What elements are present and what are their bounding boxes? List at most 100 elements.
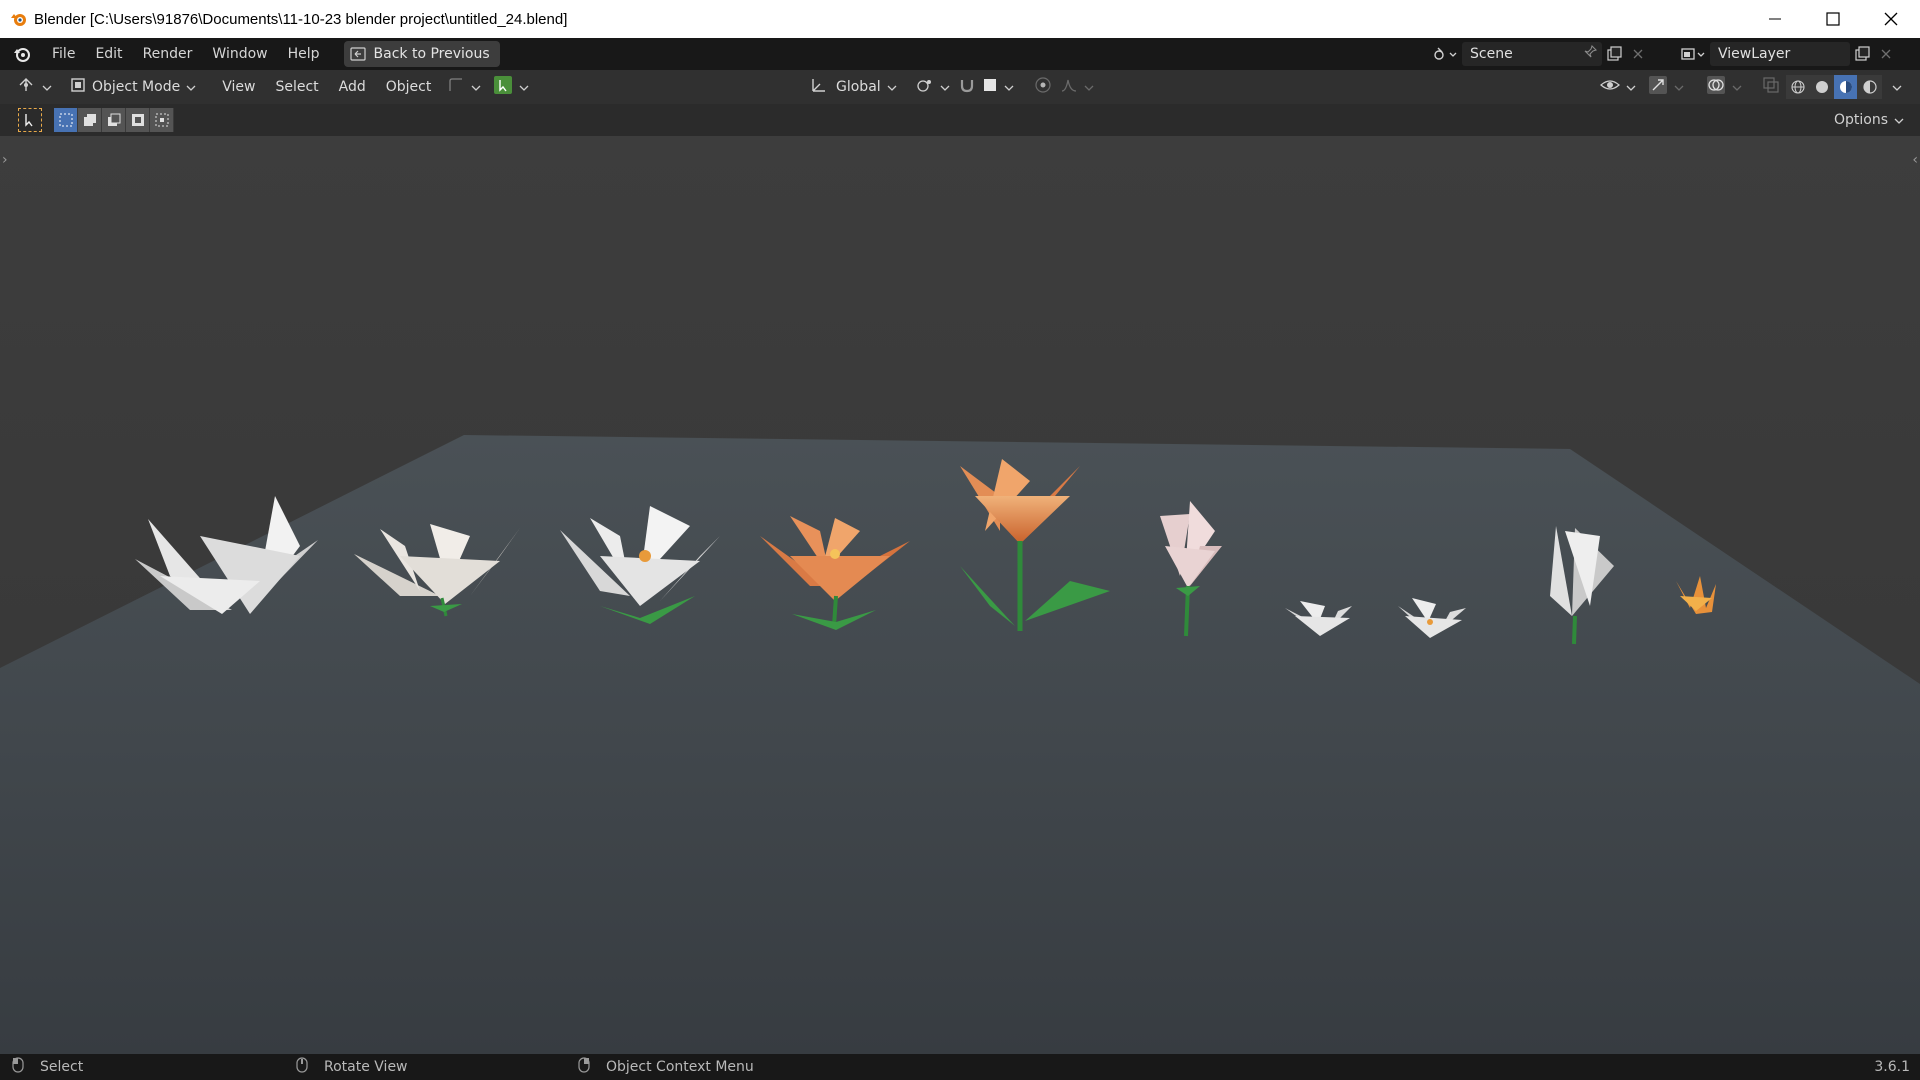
chevron-down-icon — [1004, 79, 1014, 95]
tool-settings-header: Options — [0, 104, 1920, 136]
select-subtract-icon[interactable] — [102, 108, 126, 132]
xray-icon — [1762, 76, 1780, 98]
cursor-tool-icon — [493, 75, 513, 99]
chevron-down-icon — [887, 79, 897, 95]
3d-viewport[interactable]: › ‹ — [0, 136, 1920, 1054]
maximize-icon[interactable] — [1804, 0, 1862, 38]
back-to-previous-label: Back to Previous — [373, 46, 490, 62]
overlays-icon — [1706, 75, 1726, 99]
viewlayer-selector: ViewLayer — [1676, 42, 1898, 66]
snap-increment-icon — [982, 77, 998, 97]
proportional-editing-icon — [1034, 76, 1052, 98]
affect-only-dropdown[interactable] — [487, 74, 535, 100]
chevron-down-icon — [1732, 79, 1742, 95]
version-label: 3.6.1 — [1874, 1059, 1910, 1075]
shading-options-dropdown[interactable] — [1886, 74, 1908, 100]
object-mode-icon — [70, 77, 86, 97]
select-invert-icon[interactable] — [126, 108, 150, 132]
solid-shading-icon[interactable] — [1810, 75, 1834, 99]
transform-orientation-dropdown[interactable]: Global — [804, 74, 903, 100]
eye-icon — [1600, 77, 1620, 97]
status-select-label: Select — [40, 1059, 84, 1075]
gizmo-toggle-dropdown[interactable] — [441, 74, 487, 100]
viewlayer-browse-icon[interactable] — [1676, 42, 1710, 66]
chevron-down-icon — [1626, 79, 1636, 95]
chevron-down-icon — [1894, 112, 1904, 128]
status-context-label: Object Context Menu — [606, 1059, 754, 1075]
menu-render[interactable]: Render — [133, 41, 203, 67]
mouse-left-icon — [12, 1057, 24, 1077]
pin-icon[interactable] — [1582, 44, 1598, 64]
editor-type-icon — [18, 77, 36, 97]
shading-mode-group — [1786, 75, 1882, 99]
status-bar: Select Rotate View Object Context Menu 3… — [0, 1054, 1920, 1080]
back-screen-icon — [349, 47, 366, 61]
pivot-point-dropdown[interactable] — [910, 74, 956, 100]
select-new-icon[interactable] — [54, 108, 78, 132]
viewport-header: Object Mode View Select Add Object Globa… — [0, 70, 1920, 104]
visibility-dropdown[interactable] — [1594, 74, 1642, 100]
mouse-right-icon — [578, 1057, 590, 1077]
menu-add[interactable]: Add — [329, 74, 376, 100]
object-mode-dropdown[interactable]: Object Mode — [64, 74, 202, 100]
scene-name-field[interactable]: Scene — [1462, 42, 1602, 66]
menu-help[interactable]: Help — [278, 41, 330, 67]
chevron-down-icon — [42, 79, 52, 95]
options-label: Options — [1833, 112, 1888, 128]
left-toolbar-toggle-icon[interactable]: › — [2, 152, 8, 168]
select-extend-icon[interactable] — [78, 108, 102, 132]
new-viewlayer-icon[interactable] — [1850, 42, 1874, 66]
gizmo-dropdown[interactable] — [1642, 74, 1690, 100]
object-mode-label: Object Mode — [92, 79, 181, 95]
viewport-scene — [0, 435, 1920, 1054]
gizmo-icon — [1648, 75, 1668, 99]
editor-type-button[interactable] — [12, 74, 58, 100]
blender-logo-icon — [8, 8, 30, 30]
new-scene-icon[interactable] — [1602, 42, 1626, 66]
chevron-down-icon — [1892, 79, 1902, 95]
status-rotate-label: Rotate View — [324, 1059, 408, 1075]
viewlayer-name-field[interactable]: ViewLayer — [1710, 42, 1850, 66]
orientation-axes-icon — [810, 77, 828, 97]
right-sidebar-toggle-icon[interactable]: ‹ — [1912, 152, 1918, 168]
delete-scene-icon[interactable] — [1626, 42, 1650, 66]
menu-file[interactable]: File — [42, 41, 85, 67]
transform-gizmo-icon — [447, 77, 465, 97]
chevron-down-icon — [940, 79, 950, 95]
select-intersect-icon[interactable] — [150, 108, 174, 132]
pivot-icon — [916, 77, 934, 97]
snap-magnet-icon — [958, 77, 976, 97]
material-preview-shading-icon[interactable] — [1834, 75, 1858, 99]
delete-viewlayer-icon[interactable] — [1874, 42, 1898, 66]
minimize-icon[interactable] — [1746, 0, 1804, 38]
chevron-down-icon — [471, 79, 481, 95]
menu-object[interactable]: Object — [376, 74, 442, 100]
select-box-tool-icon[interactable] — [18, 108, 42, 132]
orientation-label: Global — [836, 79, 881, 95]
falloff-dropdown[interactable] — [1054, 74, 1100, 100]
options-dropdown[interactable]: Options — [1828, 108, 1910, 132]
scene-name: Scene — [1470, 46, 1513, 62]
viewlayer-name: ViewLayer — [1718, 46, 1791, 62]
window-title: Blender [C:\Users\91876\Documents\11-10-… — [34, 10, 568, 28]
blender-menu-icon[interactable] — [10, 42, 34, 66]
menu-view[interactable]: View — [212, 74, 265, 100]
mouse-middle-icon — [296, 1057, 308, 1077]
overlays-dropdown[interactable] — [1700, 74, 1748, 100]
back-to-previous-button[interactable]: Back to Previous — [343, 41, 500, 67]
falloff-curve-icon — [1060, 77, 1078, 97]
scene-selector: Scene — [1428, 42, 1650, 66]
chevron-down-icon — [519, 79, 529, 95]
scene-browse-icon[interactable] — [1428, 42, 1462, 66]
chevron-down-icon — [1084, 79, 1094, 95]
menu-window[interactable]: Window — [202, 41, 277, 67]
selection-mode-group — [54, 108, 174, 132]
snap-dropdown[interactable] — [952, 74, 1020, 100]
close-icon[interactable] — [1862, 0, 1920, 38]
window-titlebar: Blender [C:\Users\91876\Documents\11-10-… — [0, 0, 1920, 38]
xray-toggle[interactable] — [1756, 74, 1786, 100]
rendered-shading-icon[interactable] — [1858, 75, 1882, 99]
menu-edit[interactable]: Edit — [85, 41, 132, 67]
wireframe-shading-icon[interactable] — [1786, 75, 1810, 99]
menu-select[interactable]: Select — [265, 74, 328, 100]
